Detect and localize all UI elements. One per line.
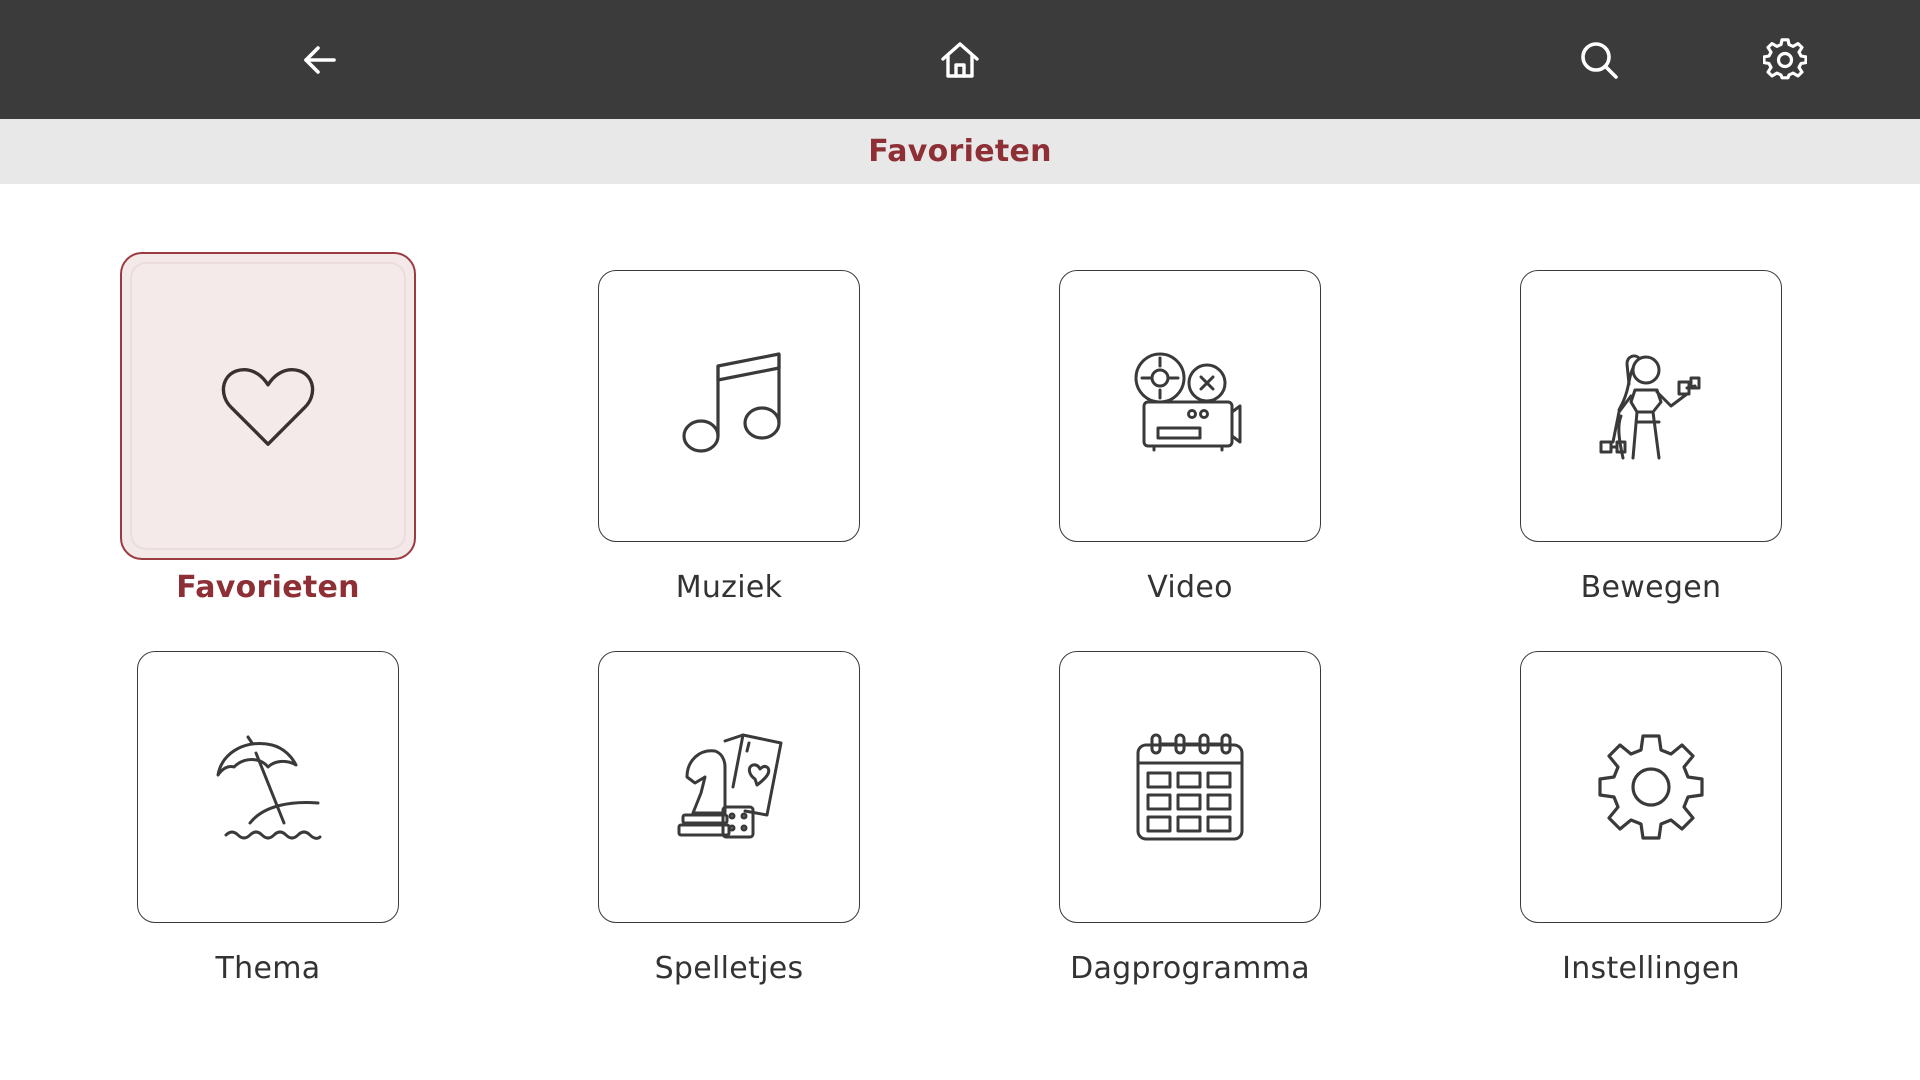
tile-label-muziek: Muziek	[675, 570, 783, 605]
page-title: Favorieten	[868, 134, 1052, 169]
gear-icon	[1763, 38, 1807, 80]
tile-dagprogramma[interactable]	[1059, 651, 1321, 923]
tile-instellingen[interactable]	[1520, 651, 1782, 923]
back-button[interactable]	[282, 22, 358, 98]
tile-label-dagprogramma: Dagprogramma	[1070, 951, 1310, 986]
tile-label-spelletjes: Spelletjes	[654, 951, 804, 986]
tile-label-instellingen: Instellingen	[1562, 951, 1740, 986]
tile-thema[interactable]	[137, 651, 399, 923]
arrow-left-icon	[304, 46, 336, 74]
music-note-icon	[682, 352, 781, 453]
exercise-icon	[1599, 354, 1701, 460]
film-projector-icon	[1134, 352, 1242, 452]
tile-muziek[interactable]	[598, 270, 860, 542]
search-button[interactable]	[1561, 22, 1637, 98]
page-title-bar: Favorieten	[0, 119, 1920, 184]
search-icon	[1581, 42, 1618, 79]
home-button[interactable]	[922, 22, 998, 98]
beach-umbrella-icon	[216, 735, 322, 840]
tile-label-video: Video	[1147, 570, 1233, 605]
tile-spelletjes[interactable]	[598, 651, 860, 923]
tile-video[interactable]	[1059, 270, 1321, 542]
settings-button[interactable]	[1747, 22, 1823, 98]
calendar-icon	[1136, 733, 1244, 841]
home-icon	[941, 42, 979, 78]
cog-icon	[1598, 734, 1704, 840]
tile-favorieten[interactable]	[120, 252, 416, 560]
top-navigation-bar	[0, 0, 1920, 119]
tile-label-bewegen: Bewegen	[1580, 570, 1722, 605]
games-icon	[677, 733, 783, 839]
tile-label-thema: Thema	[215, 951, 321, 986]
heart-icon	[221, 368, 315, 446]
tile-bewegen[interactable]	[1520, 270, 1782, 542]
tile-label-favorieten: Favorieten	[176, 570, 360, 605]
